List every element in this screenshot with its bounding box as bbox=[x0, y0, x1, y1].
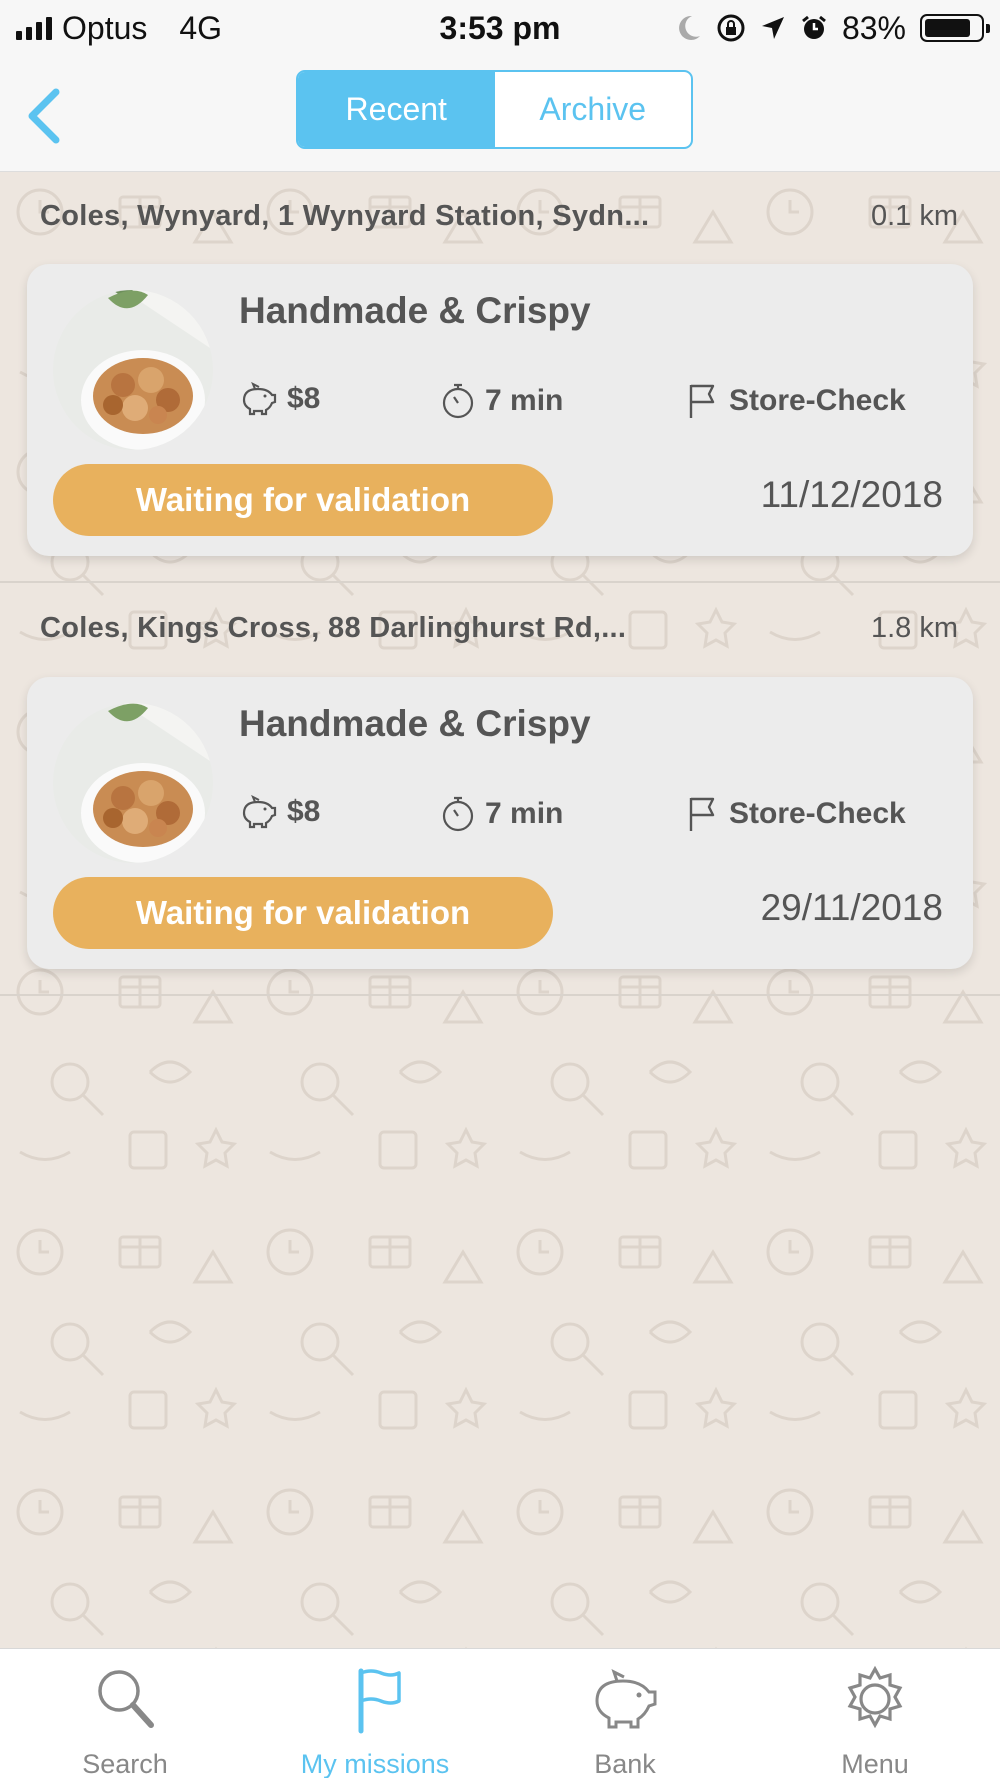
mission-card[interactable]: Handmade & Crispy $8 7 min Store-Check W… bbox=[27, 264, 973, 556]
rotation-lock-icon bbox=[717, 14, 745, 42]
segment-recent[interactable]: Recent bbox=[298, 72, 495, 147]
status-bar: Optus 4G 3:53 pm 83% bbox=[0, 0, 1000, 56]
flag-icon bbox=[689, 384, 715, 418]
tab-bank[interactable]: Bank bbox=[500, 1649, 750, 1778]
mission-type: Store-Check bbox=[687, 382, 906, 420]
tab-label: My missions bbox=[300, 1749, 450, 1778]
mission-date: 29/11/2018 bbox=[760, 887, 943, 928]
mission-title: Handmade & Crispy bbox=[239, 290, 591, 331]
duration-value: 7 min bbox=[485, 384, 564, 417]
flag-icon bbox=[358, 1668, 401, 1734]
piggy-bank-icon bbox=[242, 382, 277, 416]
alarm-icon bbox=[802, 15, 826, 39]
reward-value: $8 bbox=[287, 795, 321, 828]
store-name: Coles, Wynyard, 1 Wynyard Station, Sydn.… bbox=[40, 199, 650, 232]
duration: 7 min bbox=[441, 382, 563, 420]
status-badge: Waiting for validation bbox=[53, 877, 553, 949]
store-distance: 1.8 km bbox=[870, 611, 958, 644]
divider bbox=[0, 994, 1000, 996]
moon-icon bbox=[679, 15, 700, 40]
carrier-label: Optus bbox=[62, 9, 148, 46]
navigation-bar: Recent Archive bbox=[0, 56, 1000, 172]
reward: $8 bbox=[239, 795, 320, 829]
mission-thumbnail bbox=[53, 290, 213, 450]
duration: 7 min bbox=[441, 795, 563, 833]
mission-type: Store-Check bbox=[687, 795, 906, 833]
segment-archive[interactable]: Archive bbox=[495, 72, 692, 147]
status-icons: 83% bbox=[676, 9, 990, 47]
tab-label: Bank bbox=[594, 1749, 656, 1778]
mission-card[interactable]: Handmade & Crispy $8 7 min Store-Check W… bbox=[27, 677, 973, 969]
battery-percent: 83% bbox=[841, 9, 906, 46]
duration-value: 7 min bbox=[485, 797, 564, 830]
tab-bar: Search My missions Bank Menu bbox=[0, 1648, 1000, 1778]
reward: $8 bbox=[239, 382, 320, 416]
mission-title: Handmade & Crispy bbox=[239, 703, 591, 744]
mission-date: 11/12/2018 bbox=[760, 474, 943, 515]
gear-icon bbox=[847, 1665, 903, 1729]
segmented-control: Recent Archive bbox=[296, 70, 693, 149]
store-distance: 0.1 km bbox=[870, 199, 958, 232]
signal-strength-icon bbox=[16, 16, 52, 40]
piggy-bank-icon bbox=[242, 795, 277, 829]
stopwatch-icon bbox=[442, 383, 474, 419]
location-arrow-icon bbox=[761, 17, 784, 39]
tab-label: Menu bbox=[841, 1749, 909, 1778]
mission-thumbnail bbox=[53, 703, 213, 863]
mission-type-value: Store-Check bbox=[729, 384, 906, 417]
carrier-group: Optus 4G bbox=[16, 10, 222, 47]
missions-list[interactable]: Coles, Wynyard, 1 Wynyard Station, Sydn.… bbox=[0, 172, 1000, 1648]
back-button[interactable] bbox=[14, 86, 74, 146]
piggy-bank-icon bbox=[595, 1669, 657, 1729]
reward-value: $8 bbox=[287, 382, 321, 415]
flag-icon bbox=[689, 797, 715, 831]
stopwatch-icon bbox=[442, 796, 474, 832]
tab-label: Search bbox=[82, 1749, 168, 1778]
tab-menu[interactable]: Menu bbox=[750, 1649, 1000, 1778]
store-name: Coles, Kings Cross, 88 Darlinghurst Rd,.… bbox=[40, 611, 627, 644]
store-row: Coles, Wynyard, 1 Wynyard Station, Sydn.… bbox=[40, 196, 958, 236]
divider bbox=[0, 581, 1000, 583]
battery-icon bbox=[920, 14, 990, 42]
store-row: Coles, Kings Cross, 88 Darlinghurst Rd,.… bbox=[40, 608, 958, 648]
chevron-left-icon bbox=[28, 88, 60, 144]
mission-type-value: Store-Check bbox=[729, 797, 906, 830]
tab-my-missions[interactable]: My missions bbox=[250, 1649, 500, 1778]
search-icon bbox=[98, 1670, 154, 1728]
tab-search[interactable]: Search bbox=[0, 1649, 250, 1778]
status-badge: Waiting for validation bbox=[53, 464, 553, 536]
network-label: 4G bbox=[179, 9, 223, 46]
